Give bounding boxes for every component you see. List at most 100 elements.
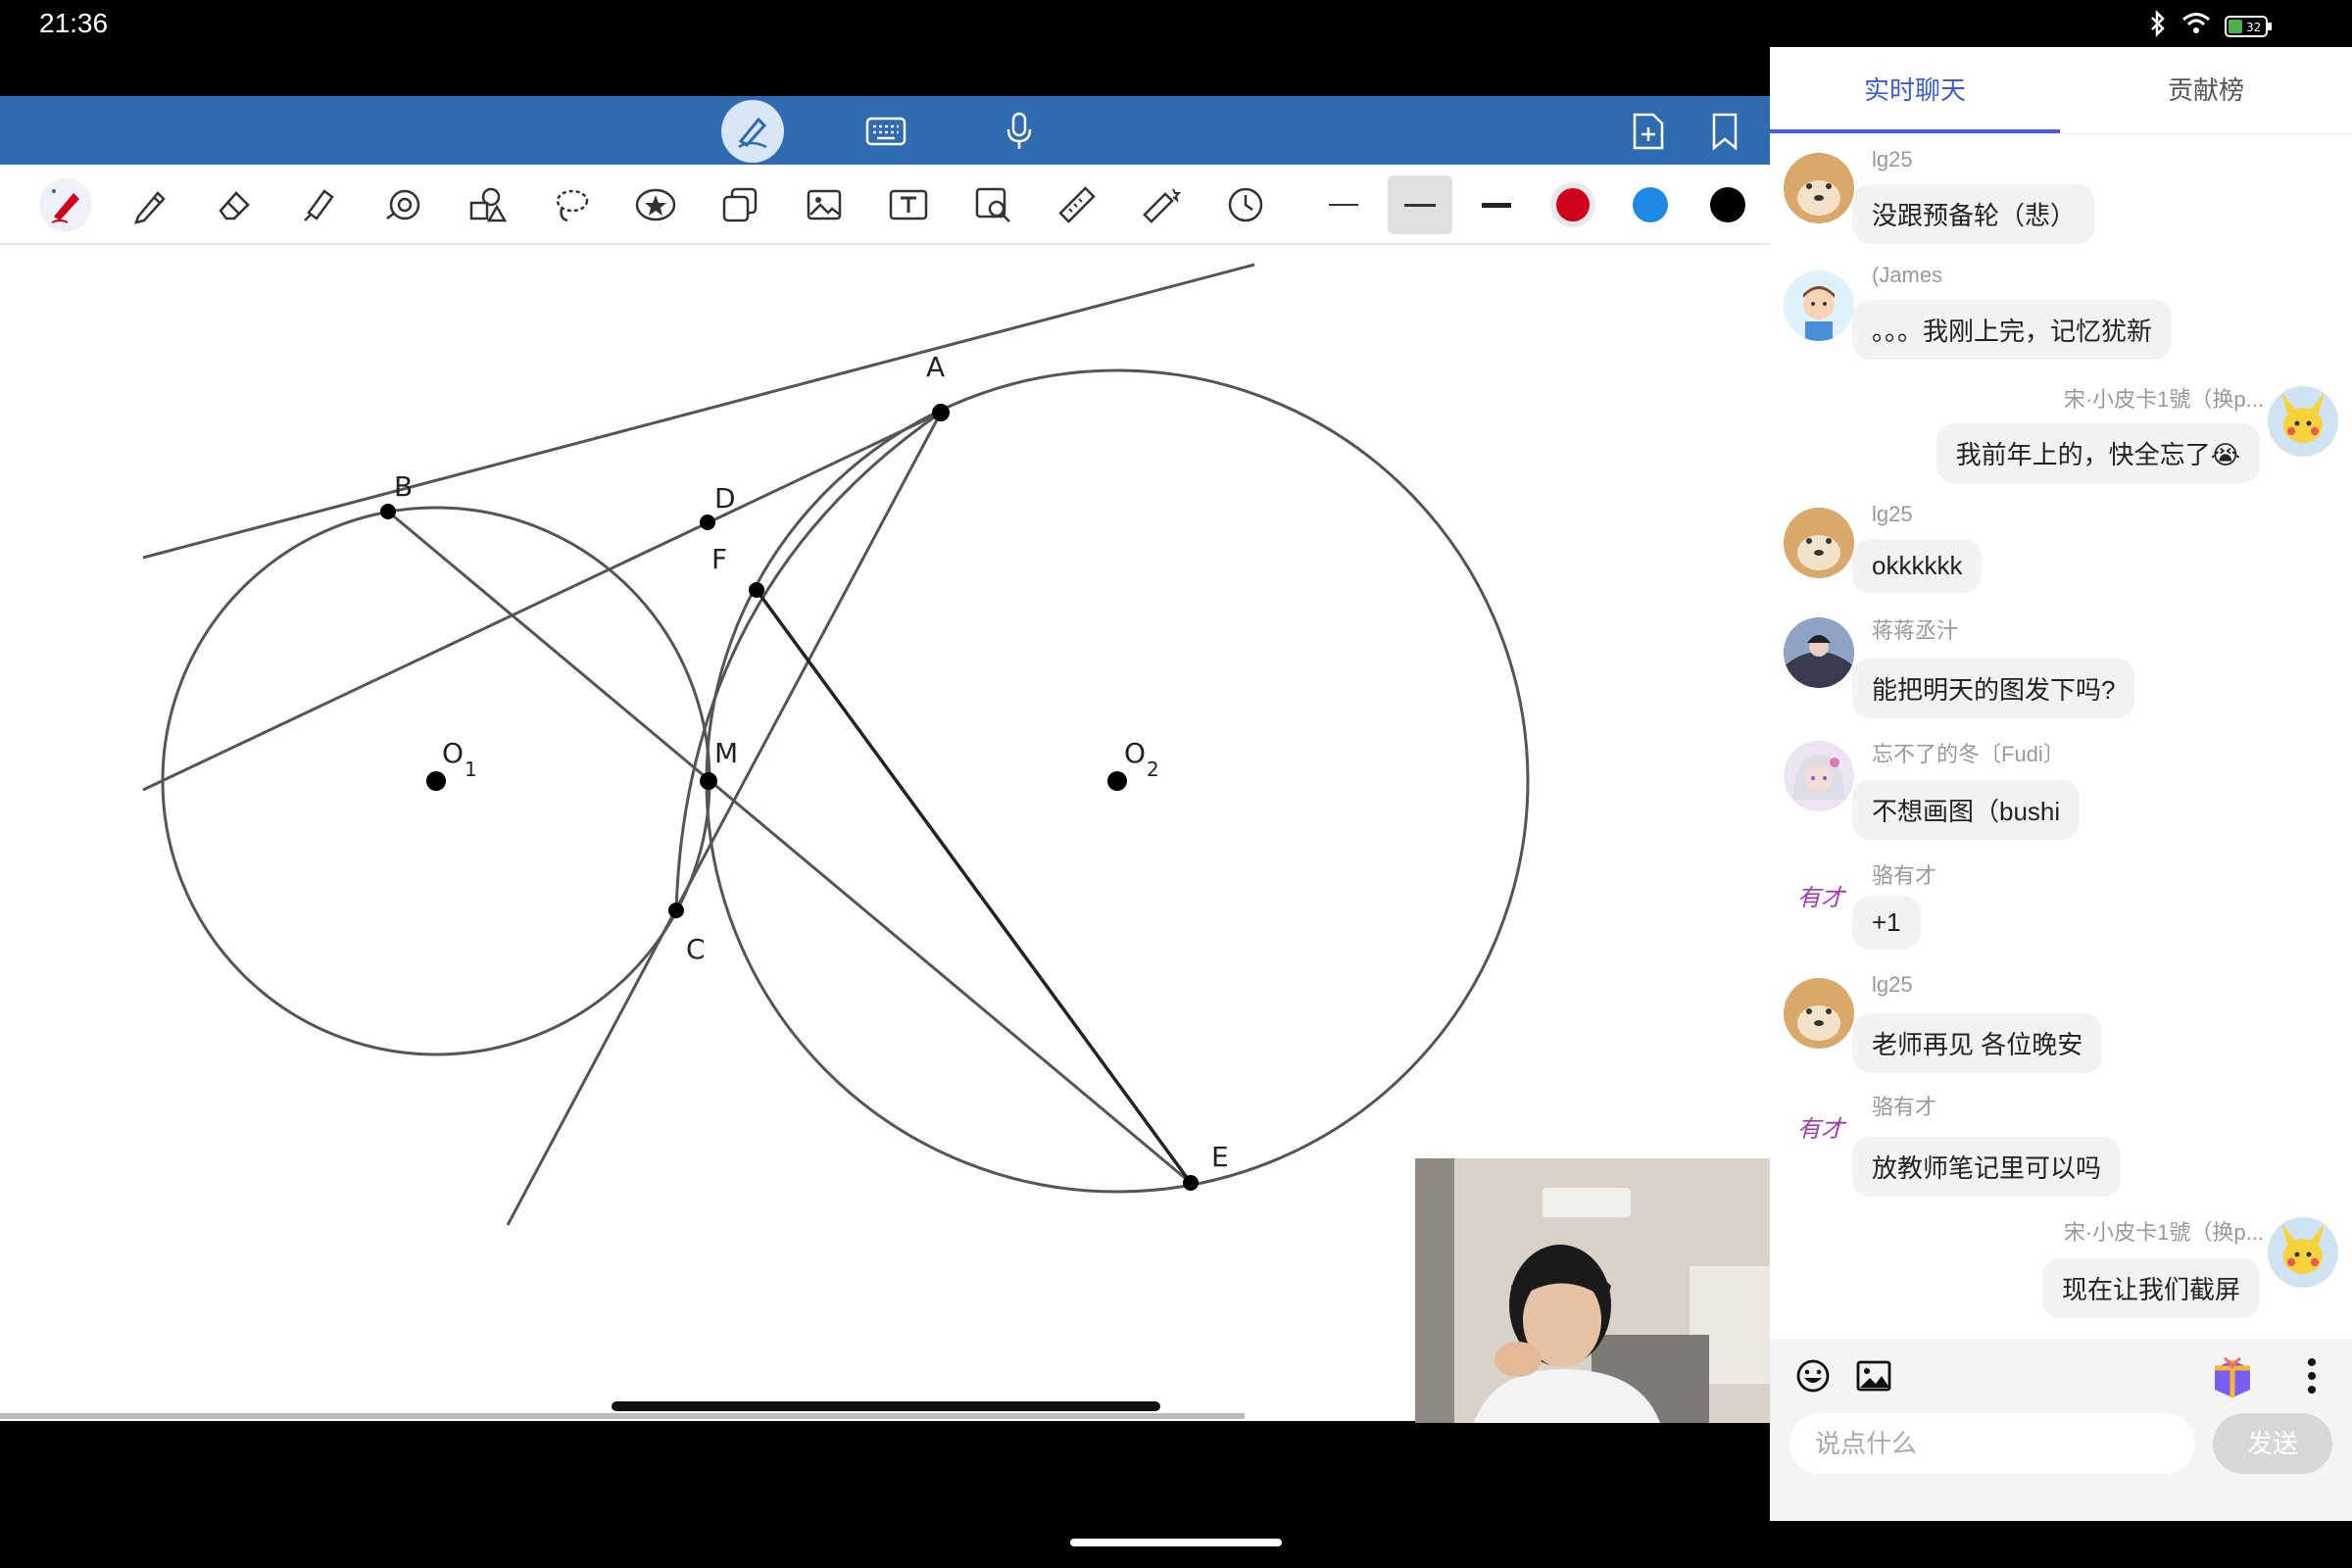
message-bubble[interactable]: okkkkkk — [1852, 539, 1983, 593]
shapes-tool[interactable] — [461, 178, 514, 231]
message-sender: 宋·小皮卡1號（换p... — [2063, 1220, 2264, 1245]
avatar[interactable] — [1784, 741, 1854, 811]
svg-text:有才: 有才 — [1797, 1115, 1847, 1143]
message-sender: 忘不了的冬〔Fudi〕 — [1872, 742, 2065, 766]
avatar[interactable] — [1784, 978, 1854, 1049]
eraser-tool[interactable] — [208, 178, 261, 231]
label-m: M — [714, 737, 738, 769]
tab-contributions[interactable]: 贡献榜 — [2168, 71, 2244, 107]
teacher-video[interactable] — [1415, 1158, 1770, 1423]
label-o2-subscript: 2 — [1147, 758, 1159, 781]
blue-color-option[interactable] — [1624, 178, 1677, 231]
avatar[interactable] — [1784, 508, 1854, 578]
text-tool[interactable] — [882, 178, 935, 231]
image-tool[interactable] — [798, 178, 851, 231]
spotlight-tool[interactable] — [376, 178, 429, 231]
bluetooth-icon — [2148, 9, 2168, 42]
label-o1-subscript: 1 — [465, 758, 477, 781]
message-bubble[interactable]: 现在让我们截屏 — [2041, 1258, 2260, 1318]
message-bubble[interactable]: 我前年上的，快全忘了😭 — [1936, 423, 2260, 483]
black-color-option[interactable] — [1701, 178, 1754, 231]
video-frame — [1415, 1158, 1770, 1423]
avatar[interactable]: 有才 — [1784, 860, 1854, 931]
message-sender: (James — [1872, 263, 1943, 287]
lasso-icon — [556, 189, 589, 222]
gift-button[interactable] — [2209, 1352, 2256, 1404]
pen-signature-icon — [738, 117, 767, 149]
horizontal-scroll-track[interactable] — [0, 1413, 1245, 1419]
ruler-icon — [1058, 186, 1096, 223]
point-o1 — [426, 771, 446, 791]
avatar[interactable] — [2268, 1217, 2338, 1288]
message-sender: 骆有才 — [1872, 1095, 1937, 1119]
microphone-button[interactable] — [990, 102, 1049, 161]
image-search-tool[interactable] — [966, 178, 1019, 231]
message-bubble[interactable]: 不想画图（bushi — [1852, 780, 2081, 840]
point-b — [380, 504, 396, 519]
picture-icon — [1856, 1360, 1891, 1392]
keyboard-icon — [865, 117, 906, 146]
medium-stroke-option[interactable] — [1388, 175, 1452, 234]
line-through-d — [142, 411, 942, 792]
smart-pen-tool[interactable] — [39, 178, 92, 231]
handwriting-mode-button[interactable] — [721, 100, 784, 163]
image-upload-button[interactable] — [1856, 1360, 1891, 1396]
thick-stroke-option[interactable] — [1470, 178, 1523, 231]
label-b: B — [394, 470, 413, 503]
svg-text:有才: 有才 — [1797, 884, 1847, 911]
point-c — [668, 903, 684, 918]
history-tool[interactable] — [1219, 178, 1272, 231]
doge-icon — [1784, 153, 1854, 223]
system-home-indicator[interactable] — [1070, 1539, 1282, 1546]
cartoon-boy-icon — [1784, 270, 1854, 341]
segment-fe — [755, 588, 1193, 1185]
calligraphy-avatar-icon: 有才 — [1784, 860, 1854, 931]
chat-input-bar: 说点什么 发送 — [1770, 1339, 2352, 1521]
tab-live-chat[interactable]: 实时聊天 — [1864, 71, 1966, 107]
ruler-tool[interactable] — [1051, 178, 1103, 231]
lasso-tool[interactable] — [545, 178, 598, 231]
message-bubble[interactable]: 放教师笔记里可以吗 — [1852, 1137, 2122, 1197]
avatar[interactable]: 有才 — [1784, 1092, 1854, 1162]
horizontal-scroll-thumb[interactable] — [612, 1401, 1160, 1411]
calligraphy-avatar-icon: 有才 — [1784, 1092, 1854, 1162]
keyboard-button[interactable] — [857, 102, 915, 161]
star-sticker-icon — [635, 188, 676, 221]
message-bubble[interactable]: 能把明天的图发下吗? — [1852, 659, 2135, 718]
more-options-button[interactable] — [2305, 1356, 2319, 1400]
label-o1: O — [442, 737, 464, 769]
pencil-tool[interactable] — [123, 178, 176, 231]
send-button[interactable]: 发送 — [2213, 1413, 2332, 1474]
message-sender: 骆有才 — [1872, 863, 1937, 888]
sticker-tool[interactable] — [629, 178, 682, 231]
message-bubble[interactable]: 老师再见 各位晚安 — [1852, 1013, 2103, 1073]
label-e: E — [1211, 1141, 1229, 1173]
pencil-icon — [134, 191, 166, 224]
emoji-button[interactable] — [1795, 1358, 1831, 1398]
message-bubble[interactable]: 没跟预备轮（悲） — [1852, 184, 2096, 244]
thin-stroke-option[interactable] — [1317, 178, 1370, 231]
red-color-option[interactable] — [1546, 178, 1599, 231]
spotlight-icon — [386, 189, 420, 220]
label-a: A — [926, 351, 945, 383]
message-bubble[interactable]: +1 — [1852, 896, 1921, 950]
chat-panel: 实时聊天 贡献榜 lg25 没跟预备轮（悲） (James 。。。我刚上完，记忆… — [1770, 47, 2352, 1521]
avatar[interactable] — [1784, 153, 1854, 223]
bookmark-button[interactable] — [1695, 102, 1754, 161]
add-page-button[interactable] — [1619, 102, 1678, 161]
gift-icon — [2215, 1356, 2250, 1397]
magic-tool[interactable] — [1135, 178, 1188, 231]
shapes-icon — [469, 187, 507, 222]
copy-tool[interactable] — [713, 178, 766, 231]
message-bubble[interactable]: 。。。我刚上完，记忆犹新 — [1852, 300, 2173, 360]
point-f — [749, 582, 764, 598]
label-f: F — [711, 543, 727, 575]
avatar[interactable] — [1784, 270, 1854, 341]
avatar[interactable] — [2268, 386, 2338, 457]
chat-message-input[interactable]: 说点什么 — [1789, 1413, 2195, 1474]
active-tab-indicator — [1770, 129, 2060, 133]
highlighter-tool[interactable] — [292, 178, 345, 231]
avatar[interactable] — [1784, 617, 1854, 688]
more-vertical-icon — [2308, 1358, 2316, 1394]
image-search-icon — [975, 187, 1010, 222]
